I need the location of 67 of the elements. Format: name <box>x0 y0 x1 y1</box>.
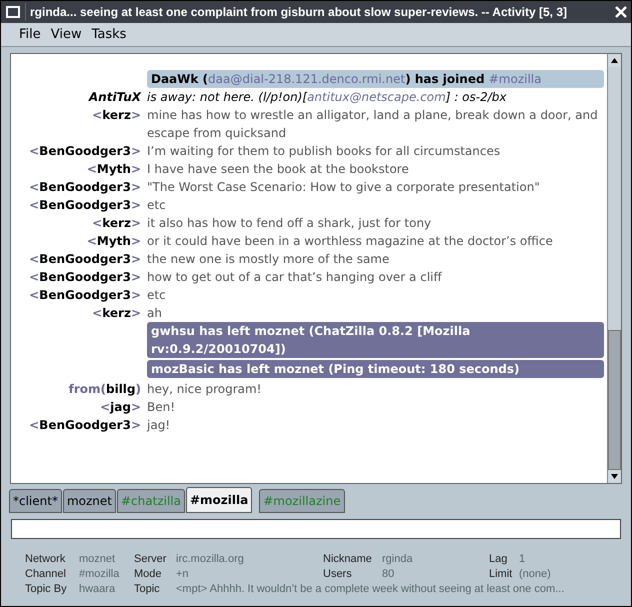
scroll-down-icon[interactable] <box>608 470 621 483</box>
status-value: moznet <box>79 552 116 567</box>
message-text: jag! <box>147 417 172 434</box>
nick-label: <kerz> <box>92 305 141 322</box>
close-icon[interactable] <box>615 6 627 18</box>
message-text: how to get out of a car that’s hanging over a cliff <box>147 269 443 286</box>
message-text: it also has how to fend off a shark, just for tony <box>147 215 432 232</box>
part-notice: gwhsu has left moznet (ChatZilla 0.8.2 [Mozilla rv:0.9.2/20010704]) <box>147 322 604 358</box>
status-label: Network <box>25 552 66 567</box>
nick-label: <kerz> <box>92 107 141 124</box>
nick-label: <BenGoodger3> <box>29 269 141 286</box>
menu-item[interactable]: View <box>50 24 82 44</box>
scrollbar[interactable] <box>607 54 621 483</box>
message-text: mine has how to wrestle an alligator, land a plane, break down a door, and escape from quicksand <box>147 107 599 142</box>
channel-tab[interactable]: moznet <box>62 489 116 513</box>
message-text: etc <box>147 287 167 304</box>
message-text: the new one is mostly more of the same <box>147 251 390 268</box>
input-field[interactable] <box>11 519 621 539</box>
status-value: irc.mozilla.org <box>176 552 245 567</box>
status-value: #mozilla <box>79 567 120 582</box>
part-notice: mozBasic has left moznet (Ping timeout: 180 seconds) <box>147 360 604 378</box>
status-label: Lag <box>489 552 508 567</box>
channel-tab[interactable]: #mozilla <box>186 487 252 513</box>
status-label: Channel <box>25 567 67 582</box>
status-value: rginda <box>382 552 414 567</box>
status-label: Mode <box>134 567 163 582</box>
scroll-up-icon[interactable] <box>608 54 621 67</box>
nick-label: <BenGoodger3> <box>29 143 141 160</box>
message-text: or it could have been in a worthless magazine at the doctor’s office <box>147 233 554 250</box>
message-text: hey, nice program! <box>147 381 262 398</box>
status-value: <mpt> Ahhhh. It wouldn’t be a complete week without seeing at least one com... <box>176 582 566 597</box>
nick-label: <jag> <box>100 399 141 416</box>
status-label: Nickname <box>323 552 373 567</box>
menu-item[interactable]: Tasks <box>92 24 126 44</box>
nick-label: <BenGoodger3> <box>29 197 141 214</box>
message-text: "The Worst Case Scenario: How to give a corporate presentation" <box>147 179 541 196</box>
status-value: 1 <box>519 552 526 567</box>
nick-label: <Myth> <box>86 161 141 178</box>
status-label: Server <box>134 552 168 567</box>
message-text: I’m waiting for them to publish books for all circumstances <box>147 143 502 160</box>
scroll-thumb[interactable] <box>608 330 621 470</box>
status-label: Users <box>323 567 353 582</box>
nick-label: <BenGoodger3> <box>29 251 141 268</box>
menu-item[interactable]: File <box>19 24 41 44</box>
status-value: 80 <box>382 567 396 582</box>
message-text: etc <box>147 197 167 214</box>
channel-tab[interactable]: *client* <box>9 489 62 513</box>
status-value: hwaara <box>79 582 116 597</box>
status-label: Topic <box>134 582 161 597</box>
nick-label: <BenGoodger3> <box>29 417 141 434</box>
nick-label: <BenGoodger3> <box>29 179 141 196</box>
join-notice: DaaWk (daa@dial-218.121.denco.rmi.net) has joined #mozilla <box>147 70 604 88</box>
nick-label: <Myth> <box>86 233 141 250</box>
window-menu-icon[interactable] <box>6 6 20 18</box>
status-label: Limit <box>489 567 514 582</box>
nick-label: AntiTuX <box>88 89 141 106</box>
nick-label: <BenGoodger3> <box>29 287 141 304</box>
message-text: Ben! <box>147 399 176 416</box>
nick-label: from(billg) <box>68 381 141 398</box>
status-value: (none) <box>519 567 552 582</box>
status-value: +n <box>176 567 190 582</box>
message-text: ah <box>147 305 163 322</box>
away-message: is away: not here. (l/p!on)[antitux@netscape.com] : os-2/bx <box>147 89 508 106</box>
message-text: I have have seen the book at the bookstore <box>147 161 410 178</box>
status-label: Topic By <box>25 582 68 597</box>
nick-label: <kerz> <box>92 215 141 232</box>
window-title: rginda... seeing at least one complaint from gisburn about slow super-reviews. -- Activity [5, 3] <box>25 3 611 21</box>
